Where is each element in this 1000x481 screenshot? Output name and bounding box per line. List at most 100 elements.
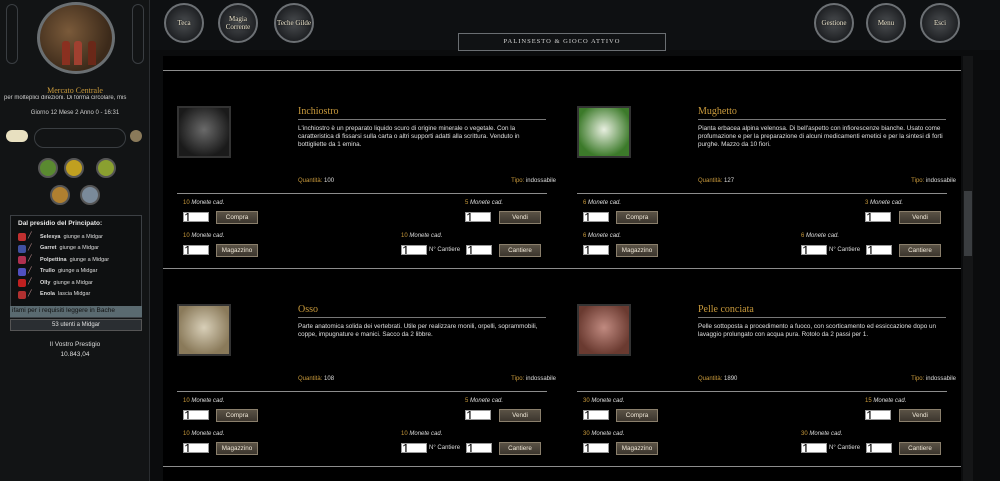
yard-number-input[interactable]: [866, 443, 892, 453]
presidio-entry: ╱ Selesya giunge a Midgar: [11, 231, 141, 243]
yard-qty-input[interactable]: [401, 245, 427, 255]
warehouse-price-value: 30: [583, 431, 590, 437]
right-ornament: [132, 4, 144, 64]
card-divider: [177, 193, 547, 194]
sell-qty-input[interactable]: [465, 212, 491, 222]
sell-price-value: 5: [465, 200, 469, 206]
item-type: Tipo: indossabile: [896, 376, 956, 382]
card-divider: [177, 391, 547, 392]
quantity-value: 1890: [724, 376, 738, 382]
item-quantity: Quantità: 100: [298, 178, 334, 184]
player-name[interactable]: Selesya: [40, 234, 61, 240]
yard-qty-input[interactable]: [801, 245, 827, 255]
game-date: Giorno 12 Mese 2 Anno 0 - 16:31: [30, 110, 120, 116]
item-title: Pelle conciata: [698, 304, 946, 318]
player-name[interactable]: Trullo: [40, 268, 55, 274]
item-description: L'inchiostro è un preparato liquido scur…: [298, 125, 520, 148]
teche-gilde-button[interactable]: Teche Gilde: [274, 3, 314, 43]
yard-button[interactable]: Cantiere: [499, 244, 541, 257]
yard-button[interactable]: Cantiere: [499, 442, 541, 455]
item-card: Mughetto Pianta erbacea alpina velenosa. …: [563, 70, 956, 257]
buy-qty-input[interactable]: [583, 410, 609, 420]
buy-price-value: 30: [583, 398, 590, 404]
item-image: [177, 304, 231, 356]
yard-number-input[interactable]: [466, 245, 492, 255]
buy-price-value: 6: [583, 200, 587, 206]
race-icon: [18, 256, 26, 264]
teche-gilde-label: Teche Gilde: [277, 19, 311, 27]
yard-qty-input[interactable]: [401, 443, 427, 453]
sell-price-value: 15: [865, 398, 872, 404]
magia-corrente-button[interactable]: Magia Corrente: [218, 3, 258, 43]
item-type: Tipo: indossabile: [896, 178, 956, 184]
warehouse-button[interactable]: Magazzino: [616, 442, 658, 455]
warehouse-qty-input[interactable]: [183, 245, 209, 255]
yard-number-label: N° Cantiere: [429, 247, 461, 253]
sell-qty-input[interactable]: [465, 410, 491, 420]
buy-button[interactable]: Compra: [616, 409, 658, 422]
sword-icon: ╱: [28, 244, 32, 251]
gestione-button[interactable]: Gestione: [814, 3, 854, 43]
yard-button[interactable]: Cantiere: [899, 244, 941, 257]
yard-qty-input[interactable]: [801, 443, 827, 453]
warehouse-button[interactable]: Magazzino: [616, 244, 658, 257]
yard-number-input[interactable]: [866, 245, 892, 255]
buy-button[interactable]: Compra: [616, 211, 658, 224]
esci-button[interactable]: Esci: [920, 3, 960, 43]
left-ornament: [6, 4, 18, 64]
warehouse-qty-input[interactable]: [583, 245, 609, 255]
sell-qty-input[interactable]: [865, 410, 891, 420]
type-label: Tipo:: [511, 376, 525, 382]
coins-label: Monete cad.: [588, 200, 622, 206]
palinsesto-banner[interactable]: PALINSESTO & GIOCO ATTIVO: [458, 33, 666, 51]
buy-qty-input[interactable]: [183, 410, 209, 420]
buy-qty-input[interactable]: [583, 212, 609, 222]
sell-button[interactable]: Vendi: [499, 409, 541, 422]
mail-icon[interactable]: [64, 158, 84, 178]
sell-button[interactable]: Vendi: [899, 409, 941, 422]
item-image: [577, 106, 631, 158]
yard-button[interactable]: Cantiere: [899, 442, 941, 455]
buy-qty-input[interactable]: [183, 212, 209, 222]
coins-label: Monete cad.: [409, 233, 443, 239]
player-name[interactable]: Garret: [40, 245, 57, 251]
map-icon[interactable]: [96, 158, 116, 178]
warehouse-price-value: 10: [183, 431, 190, 437]
scroll-thumb[interactable]: [964, 191, 972, 256]
scrollbar[interactable]: [963, 56, 973, 481]
presidio-entry: ╱ Trullo giunge a Midgar: [11, 266, 141, 278]
shield-icon[interactable]: [50, 185, 70, 205]
menu-button[interactable]: Menu: [866, 3, 906, 43]
character-icon[interactable]: [80, 185, 100, 205]
coins-label: Monete cad.: [470, 200, 504, 206]
quantity-label: Quantità:: [698, 178, 723, 184]
sword-icon: ╱: [28, 279, 32, 285]
warehouse-button[interactable]: Magazzino: [216, 442, 258, 455]
sell-button[interactable]: Vendi: [899, 211, 941, 224]
yard-number-input[interactable]: [466, 443, 492, 453]
buy-button[interactable]: Compra: [216, 409, 258, 422]
market-list: Inchiostro L'inchiostro è un preparato li…: [163, 56, 961, 481]
warehouse-qty-input[interactable]: [583, 443, 609, 453]
race-icon: [18, 244, 26, 253]
type-label: Tipo:: [511, 178, 525, 184]
sell-price: 15 Monete cad.: [865, 398, 906, 404]
player-name[interactable]: Polpettina: [40, 257, 67, 263]
quantity-label: Quantità:: [698, 376, 723, 382]
quantity-label: Quantità:: [298, 178, 323, 184]
sell-qty-input[interactable]: [865, 212, 891, 222]
player-name[interactable]: Enola: [40, 291, 55, 297]
coins-label: Monete cad.: [191, 233, 225, 239]
sell-button[interactable]: Vendi: [499, 211, 541, 224]
notice-ticker[interactable]: ifami per i requisiti leggere in Bache: [10, 306, 142, 317]
forum-icon[interactable]: [38, 158, 58, 178]
buy-button[interactable]: Compra: [216, 211, 258, 224]
online-users[interactable]: 53 utenti a Midgar: [10, 319, 142, 331]
item-title: Inchiostro: [298, 106, 546, 120]
cloud-sun-icon: [6, 130, 28, 142]
teca-button[interactable]: Teca: [164, 3, 204, 43]
warehouse-qty-input[interactable]: [183, 443, 209, 453]
card-divider: [577, 391, 947, 392]
player-name[interactable]: Olly: [40, 280, 50, 286]
warehouse-button[interactable]: Magazzino: [216, 244, 258, 257]
